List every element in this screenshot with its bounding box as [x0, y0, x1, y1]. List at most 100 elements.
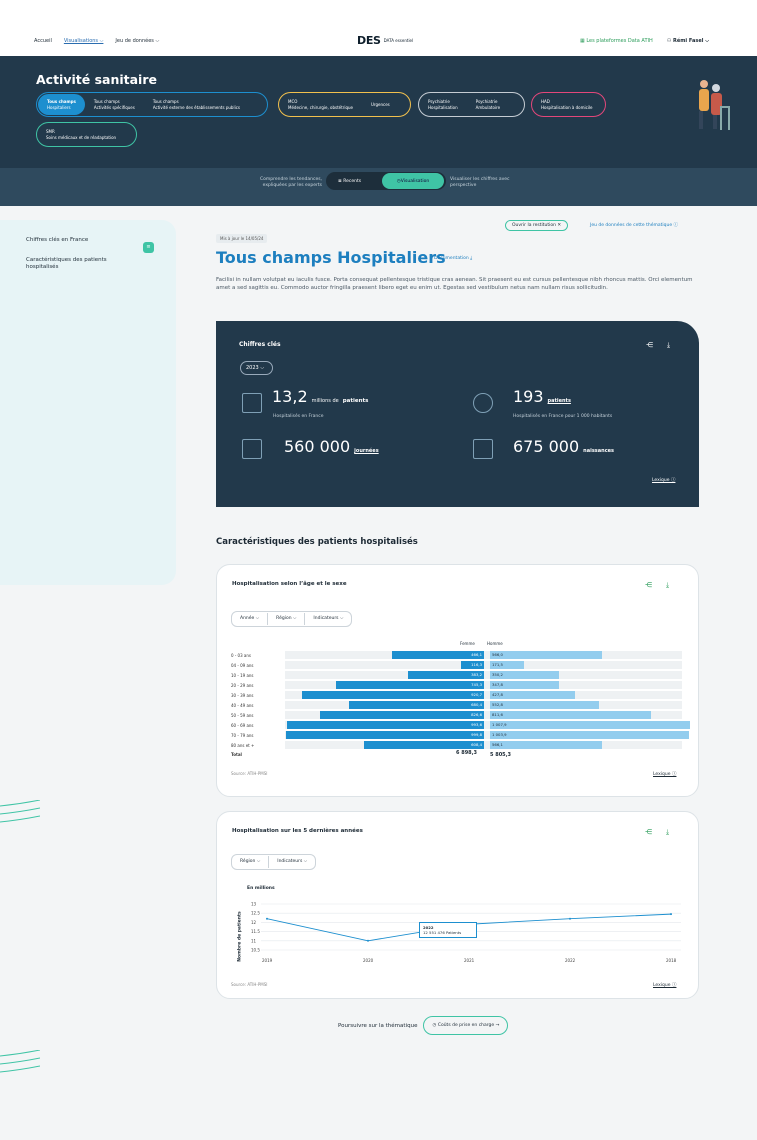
- kpi-lexique-link[interactable]: Lexique ⓘ: [652, 477, 675, 483]
- elderly-care-illustration: [699, 80, 730, 130]
- card2-title: Hospitalisation sur les 5 dernières anné…: [232, 828, 363, 834]
- card2-lexique-link[interactable]: Lexique ⓘ: [653, 982, 676, 988]
- kpi-patients: 13,2 millions de patients: [272, 387, 368, 406]
- bar-femme[interactable]: 920,7: [301, 691, 484, 699]
- toggle-recents[interactable]: ≣ Recents: [326, 179, 382, 184]
- pill-tous-champs-specifiques[interactable]: Tous champs Activités spécifiques: [85, 99, 144, 110]
- pill-smr[interactable]: SMR Soins médicaux et de réadaptation: [37, 129, 125, 140]
- pill-mco[interactable]: MCO Médecine, chirurgie, obstétrique: [279, 99, 362, 110]
- pill-group-psychiatrie: Psychiatrie Hospitalisation Psychiatrie Am…: [418, 92, 525, 117]
- bar-homme[interactable]: 350,2: [490, 671, 560, 679]
- bar-femme[interactable]: 826,6: [320, 711, 484, 719]
- filter-region[interactable]: Région ⌵: [268, 613, 306, 625]
- bar-homme[interactable]: 1 007,9: [490, 721, 690, 729]
- pill-tous-champs-externe[interactable]: Tous champs Activité externe des établiss…: [144, 99, 249, 110]
- subbar-left-text: Comprendre les tendances, expliquées par…: [260, 177, 322, 188]
- data-point[interactable]: [670, 913, 672, 916]
- bar-femme[interactable]: 680,4: [349, 701, 484, 709]
- share-icon[interactable]: ⋲: [645, 828, 652, 837]
- bar-femme[interactable]: 466,1: [391, 651, 484, 659]
- bar-homme[interactable]: 566,0: [490, 651, 603, 659]
- download-icon[interactable]: ⤓: [666, 828, 669, 837]
- data-point[interactable]: [367, 939, 369, 942]
- open-restitution-button[interactable]: Ouvrir la restitution ✕: [505, 220, 569, 231]
- nav-datasets[interactable]: Jeu de données ⌵: [115, 38, 159, 44]
- toggle-recents-label: Recents: [343, 178, 362, 184]
- kpi-unit-strong: naissances: [583, 448, 615, 454]
- kpi-per-1000: 193 patients: [513, 387, 571, 406]
- sidebar-toggle-button[interactable]: ≡: [143, 242, 154, 253]
- pill-subtitle: Hospitalisation à domicile: [541, 104, 593, 110]
- pill-subtitle: Médecine, chirurgie, obstétrique: [288, 104, 353, 110]
- pill-group-mco: MCO Médecine, chirurgie, obstétrique Urge…: [278, 92, 411, 117]
- toggle-visualisation[interactable]: ◷ Visualisation: [382, 173, 444, 189]
- brand-logo[interactable]: DES DATA essentiel: [357, 34, 413, 47]
- dataset-link[interactable]: Jeu de données de cette thématique ⓘ: [590, 222, 678, 228]
- bar-homme[interactable]: 427,8: [490, 691, 575, 699]
- sidebar-item-chiffres-cles[interactable]: Chiffres clés en France: [26, 237, 88, 244]
- bar-homme[interactable]: 811,6: [490, 711, 651, 719]
- pill-psy-ambulatoire[interactable]: Psychiatrie Ambulatoire: [467, 99, 509, 110]
- pill-subtitle: Ambulatoire: [475, 104, 501, 110]
- age-label: 10 - 19 ans: [231, 673, 254, 678]
- pill-had[interactable]: HAD Hospitalisation à domicile: [532, 99, 602, 110]
- pill-group-had: HAD Hospitalisation à domicile: [531, 92, 606, 117]
- theme-banner: Activité sanitaire Tous champs Hospitalie…: [0, 56, 757, 168]
- pill-subtitle: Hospitalisation: [428, 104, 458, 110]
- y-tick-label: 12: [251, 920, 257, 925]
- kpi-value: 675 000: [513, 437, 580, 456]
- x-tick-label: 2020: [363, 958, 374, 963]
- decor-lines: [0, 800, 40, 823]
- nav-visualisations[interactable]: Visualisations ⌵: [64, 38, 104, 44]
- pill-urgences[interactable]: Urgences: [362, 102, 399, 108]
- bar-femme[interactable]: 745,3: [336, 681, 484, 689]
- bar-femme[interactable]: 608,4: [363, 741, 484, 749]
- col-homme: Homme: [487, 641, 503, 646]
- nav-home[interactable]: Accueil: [34, 38, 52, 44]
- filter-indicateurs[interactable]: Indicateurs ⌵: [305, 613, 351, 625]
- bar-femme[interactable]: 999,8: [286, 731, 484, 739]
- age-label: 60 - 69 ans: [231, 723, 254, 728]
- chart-unit: En millions: [247, 886, 275, 891]
- documentation-link[interactable]: Documentation ⤓: [434, 255, 472, 261]
- user-menu[interactable]: ⚇ Rémi Fasel ⌵: [667, 38, 709, 44]
- col-femme: Femme: [460, 641, 475, 646]
- share-icon[interactable]: ⋲: [645, 581, 652, 590]
- cost-button[interactable]: ◷ Coûts de prise en charge →: [423, 1016, 509, 1035]
- share-icon[interactable]: ⋲: [646, 341, 653, 350]
- download-icon[interactable]: ⤓: [667, 341, 670, 350]
- bar-homme[interactable]: 552,8: [490, 701, 600, 709]
- card1-lexique-link[interactable]: Lexique ⓘ: [653, 771, 676, 777]
- filter-annee[interactable]: Année ⌵: [232, 613, 269, 625]
- bar-homme[interactable]: 347,8: [490, 681, 559, 689]
- pill-tous-champs-hospitaliers[interactable]: Tous champs Hospitaliers: [38, 94, 85, 115]
- hospital-bed-icon: [473, 393, 493, 413]
- age-label: 80 ans et +: [231, 743, 255, 748]
- pill-psy-hospitalisation[interactable]: Psychiatrie Hospitalisation: [419, 99, 467, 110]
- toggle-visualisation-label: Visualisation: [400, 178, 430, 184]
- year-select[interactable]: 2023 ⌵: [240, 361, 273, 375]
- maternity-icon: [473, 439, 493, 459]
- data-point[interactable]: [569, 917, 571, 920]
- download-icon[interactable]: ⤓: [666, 581, 669, 590]
- sidebar-item-caracteristiques[interactable]: Caractéristiques des patients hospitalis…: [26, 257, 136, 271]
- bar-femme[interactable]: 383,2: [408, 671, 484, 679]
- kpi-journees: 560 000 journées: [284, 437, 379, 456]
- kpi-naissances: 675 000 naissances: [513, 437, 614, 456]
- pill-group-smr: SMR Soins médicaux et de réadaptation: [36, 122, 137, 147]
- data-point[interactable]: [266, 917, 268, 920]
- filter-indicateurs[interactable]: Indicateurs ⌵: [269, 856, 315, 868]
- filter-region[interactable]: Région ⌵: [232, 856, 270, 868]
- pill-subtitle: Hospitaliers: [47, 104, 71, 110]
- x-tick-label: 2022: [565, 958, 576, 963]
- y-tick-label: 13: [251, 902, 257, 907]
- bar-homme[interactable]: 1 003,9: [490, 731, 689, 739]
- bar-femme[interactable]: 993,6: [287, 721, 484, 729]
- platforms-link[interactable]: ▦ Les plateformes Data ATIH: [580, 38, 653, 44]
- bar-homme[interactable]: 566,1: [490, 741, 603, 749]
- card2-actions: ⋲ ⤓: [645, 828, 669, 837]
- bar-femme[interactable]: 116,3: [460, 661, 484, 669]
- decor-lines-2: [0, 1050, 40, 1073]
- x-tick-label: 2021: [464, 958, 475, 963]
- bar-homme[interactable]: 171,5: [490, 661, 524, 669]
